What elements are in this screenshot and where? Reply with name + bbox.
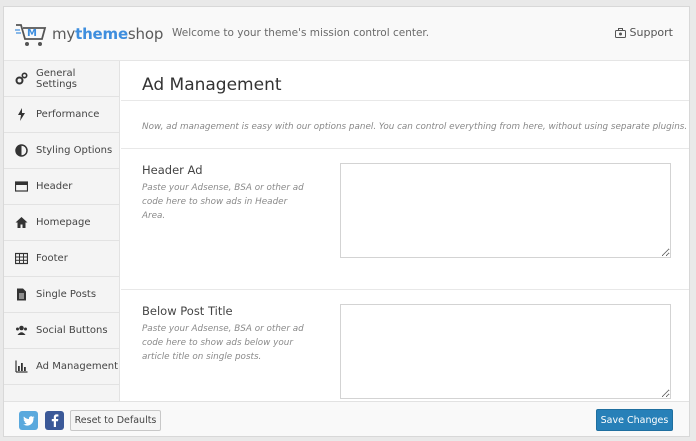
sidebar-item-ad-management[interactable]: Ad Management: [4, 349, 119, 385]
sidebar-item-footer[interactable]: Footer: [4, 241, 119, 277]
sidebar-nav: General Settings Performance Styling Opt…: [4, 61, 120, 401]
save-changes-button[interactable]: Save Changes: [596, 409, 673, 431]
sidebar-item-label: General Settings: [36, 67, 78, 90]
sidebar-item-label: Homepage: [36, 217, 91, 228]
logo-shop: shop: [127, 25, 164, 43]
reset-to-defaults-button[interactable]: Reset to Defaults: [70, 410, 161, 431]
facebook-button[interactable]: [45, 411, 64, 430]
footer-bar: Reset to Defaults Save Changes: [4, 401, 689, 436]
field-description: Paste your Adsense, BSA or other ad code…: [142, 183, 304, 221]
sidebar-item-styling-options[interactable]: Styling Options: [4, 133, 119, 169]
sidebar-item-homepage[interactable]: Homepage: [4, 205, 119, 241]
sidebar-item-single-posts[interactable]: Single Posts: [4, 277, 119, 313]
cart-logo-icon: M: [15, 24, 47, 46]
bar-chart-icon: [15, 360, 28, 373]
sidebar-item-general-settings[interactable]: General Settings: [4, 61, 119, 97]
header-layout-icon: [15, 180, 28, 193]
sidebar-item-label: Single Posts: [36, 289, 97, 300]
sidebar-item-label: Ad Management: [36, 361, 119, 372]
support-label: Support: [629, 26, 673, 39]
users-icon: [15, 324, 28, 337]
briefcase-icon: [614, 27, 626, 38]
header-ad-textarea[interactable]: [340, 163, 671, 258]
page-title: Ad Management: [121, 61, 689, 101]
logo-wordmark: mythemeshop: [52, 25, 163, 43]
mythemeshop-logo[interactable]: M mythemeshop: [14, 19, 163, 49]
below-post-title-textarea[interactable]: [340, 304, 671, 399]
sidebar-item-label: Header: [36, 181, 73, 192]
field-description: Paste your Adsense, BSA or other ad code…: [142, 324, 304, 362]
sidebar-item-performance[interactable]: Performance: [4, 97, 119, 133]
section-intro: Now, ad management is easy with our opti…: [121, 101, 689, 149]
top-bar: M mythemeshop Welcome to your theme's mi…: [4, 7, 689, 61]
sidebar-item-label: Footer: [36, 253, 68, 264]
gears-icon: [15, 72, 28, 85]
twitter-button[interactable]: [19, 411, 38, 430]
facebook-icon: [51, 414, 58, 427]
header-ad-field: Header Ad Paste your Adsense, BSA or oth…: [121, 149, 689, 290]
below-post-title-field: Below Post Title Paste your Adsense, BSA…: [121, 290, 689, 401]
contrast-icon: [15, 144, 28, 157]
bolt-icon: [15, 108, 28, 121]
svg-text:M: M: [27, 28, 37, 39]
sidebar-item-header[interactable]: Header: [4, 169, 119, 205]
logo-my: my: [52, 25, 76, 43]
sidebar-item-label: Performance: [36, 109, 100, 120]
table-grid-icon: [15, 252, 28, 265]
support-link[interactable]: Support: [614, 26, 673, 39]
field-label: Header Ad: [142, 163, 203, 177]
home-icon: [15, 216, 28, 229]
logo-theme: theme: [75, 25, 128, 43]
field-label: Below Post Title: [142, 304, 233, 318]
sidebar-item-label: Styling Options: [36, 145, 113, 156]
main-content: Ad Management Now, ad management is easy…: [121, 61, 689, 401]
document-icon: [15, 288, 28, 301]
twitter-icon: [22, 415, 34, 426]
options-panel: M mythemeshop Welcome to your theme's mi…: [3, 6, 690, 437]
sidebar-item-social-buttons[interactable]: Social Buttons: [4, 313, 119, 349]
sidebar-item-label: Social Buttons: [36, 325, 108, 336]
tagline: Welcome to your theme's mission control …: [172, 27, 430, 39]
